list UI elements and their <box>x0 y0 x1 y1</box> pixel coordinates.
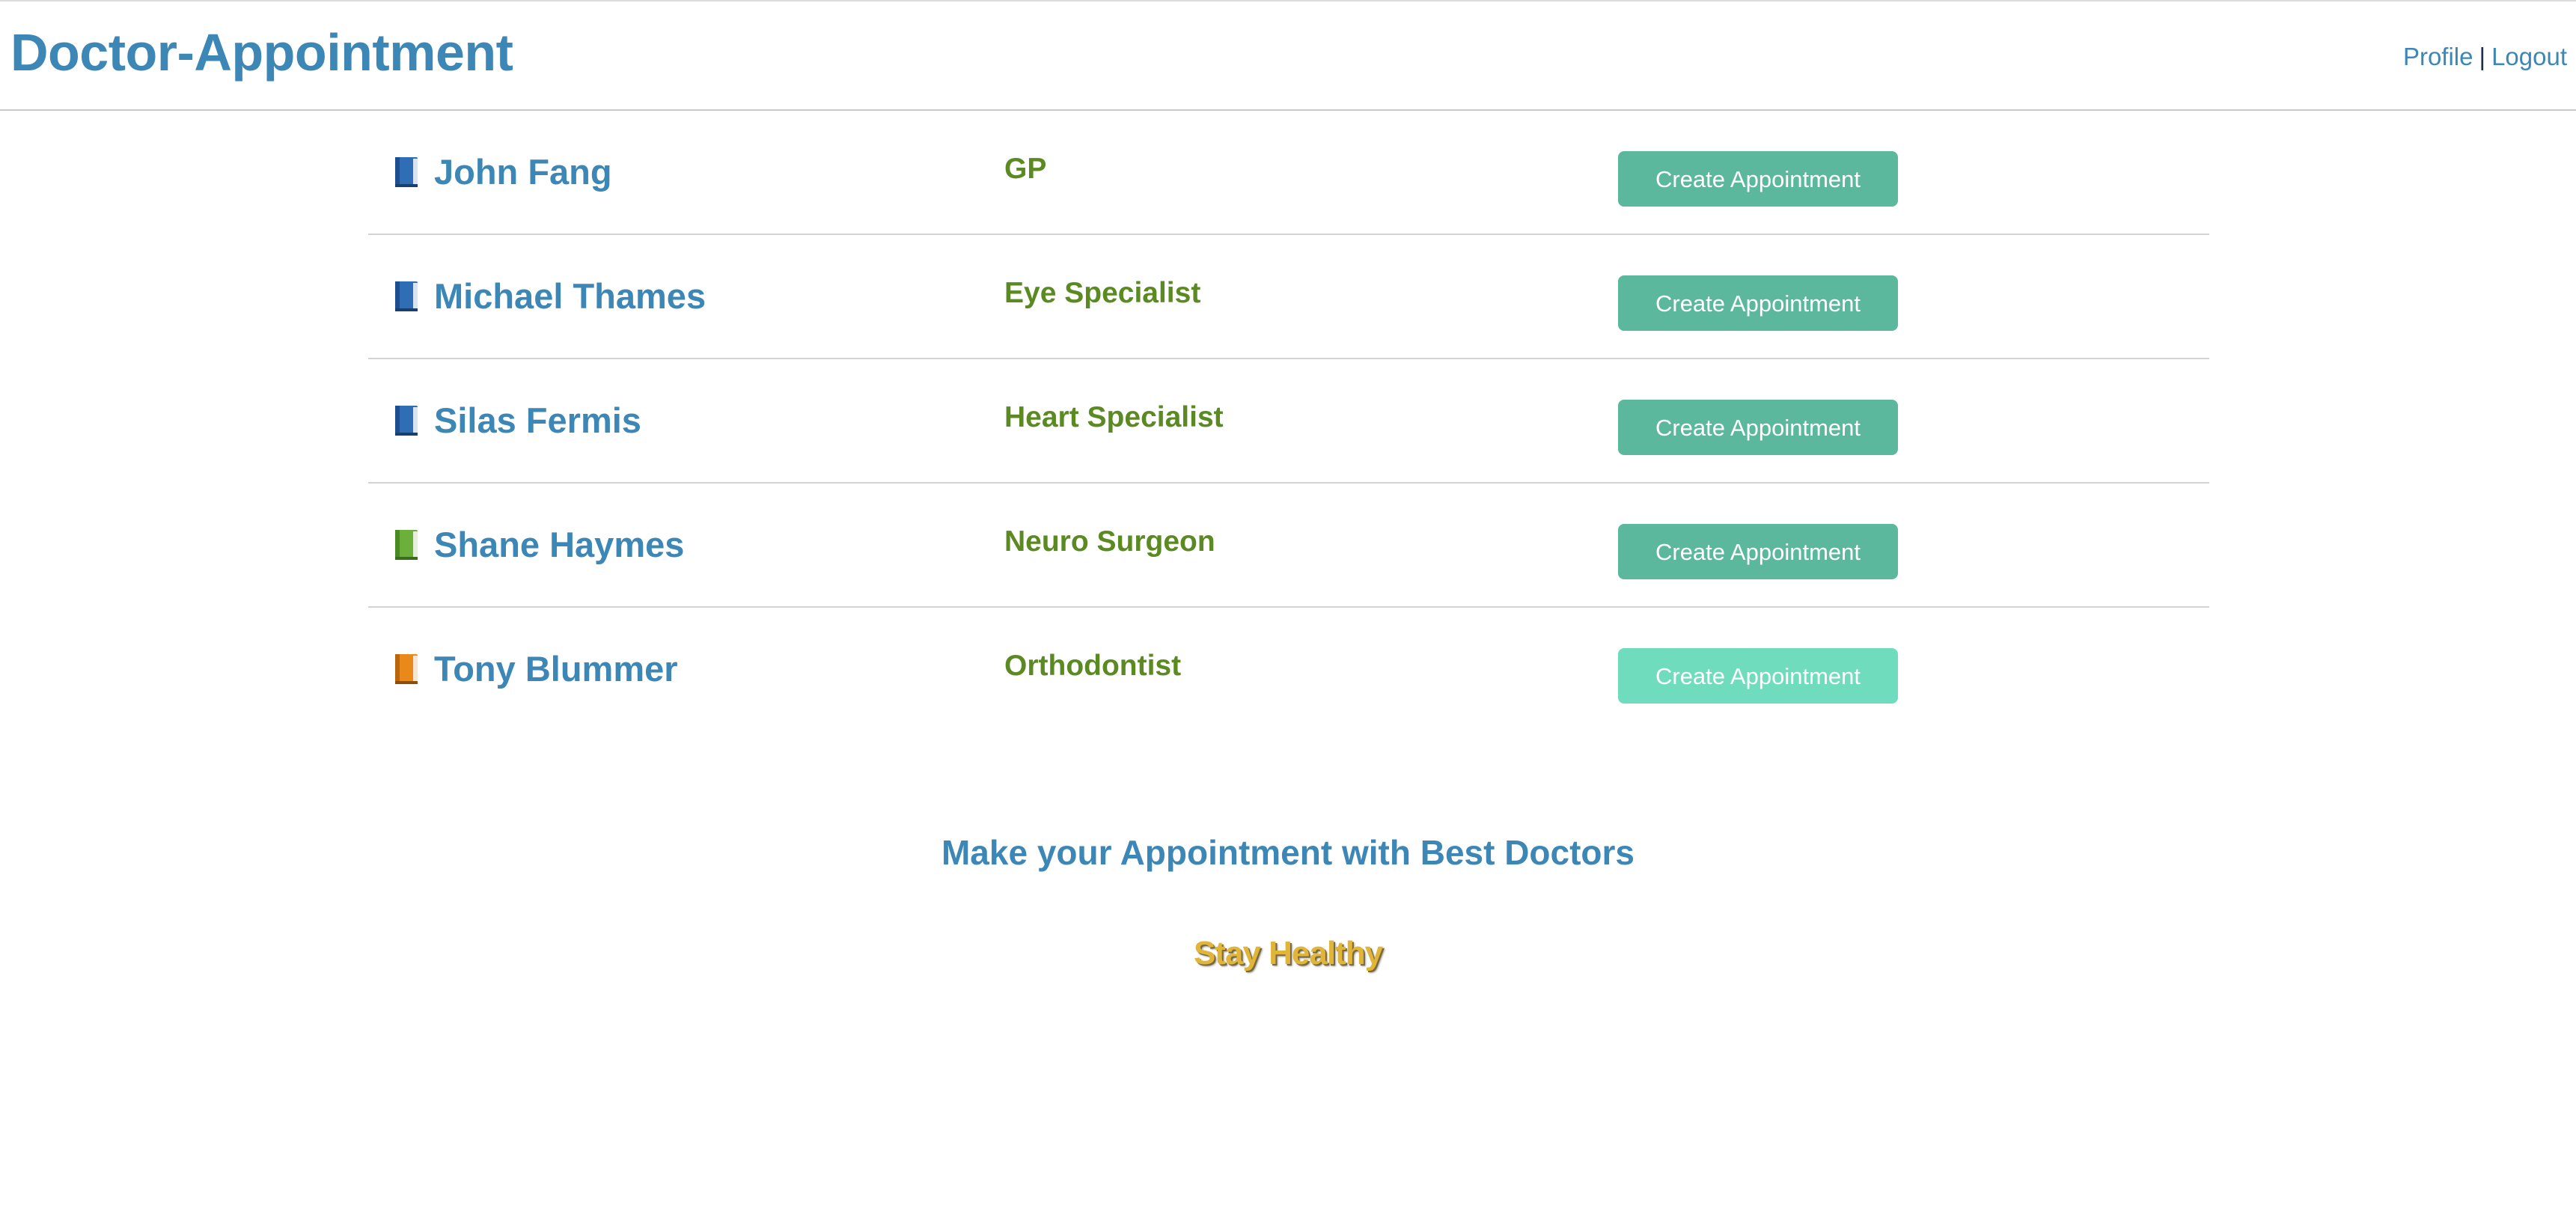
doctor-specialty: Eye Specialist <box>1004 277 1201 309</box>
blue-book-icon <box>395 157 418 187</box>
slogan: Stay Healthy <box>1193 935 1383 971</box>
green-book-icon <box>395 530 418 560</box>
page: Doctor-Appointment Profile | Logout John F… <box>0 0 2576 1211</box>
profile-link[interactable]: Profile <box>2403 43 2473 70</box>
doctor-row: Michael Thames Eye Specialist Create App… <box>368 235 2209 359</box>
doctor-row: Shane Haymes Neuro Surgeon Create Appoin… <box>368 484 2209 608</box>
orange-book-icon <box>395 654 418 684</box>
doctor-name[interactable]: Silas Fermis <box>434 398 641 443</box>
nav-separator: | <box>2479 43 2486 70</box>
doctor-specialty: GP <box>1004 153 1047 185</box>
doctor-row: Tony Blummer Orthodontist Create Appoint… <box>368 608 2209 732</box>
doctor-name[interactable]: Shane Haymes <box>434 522 684 567</box>
create-appointment-button[interactable]: Create Appointment <box>1618 275 1898 331</box>
doctor-specialty: Orthodontist <box>1004 650 1182 682</box>
tagline: Make your Appointment with Best Doctors <box>941 833 1635 872</box>
create-appointment-button[interactable]: Create Appointment <box>1618 151 1898 207</box>
doctor-row: Silas Fermis Heart Specialist Create App… <box>368 359 2209 484</box>
doctor-specialty: Neuro Surgeon <box>1004 525 1215 558</box>
doctor-specialty: Heart Specialist <box>1004 401 1224 433</box>
doctor-name[interactable]: John Fang <box>434 150 612 195</box>
blue-book-icon <box>395 281 418 311</box>
header-nav: Profile | Logout <box>2403 40 2567 73</box>
brand-title[interactable]: Doctor-Appointment <box>10 22 513 82</box>
logout-link[interactable]: Logout <box>2491 43 2567 70</box>
blue-book-icon <box>395 406 418 436</box>
doctor-name[interactable]: Michael Thames <box>434 274 706 319</box>
create-appointment-button[interactable]: Create Appointment <box>1618 524 1898 579</box>
create-appointment-button[interactable]: Create Appointment <box>1618 400 1898 455</box>
doctor-row: John Fang GP Create Appointment <box>368 111 2209 235</box>
header: Doctor-Appointment Profile | Logout <box>0 0 2576 111</box>
create-appointment-button[interactable]: Create Appointment <box>1618 648 1898 704</box>
doctor-list: John Fang GP Create Appointment Michael … <box>368 111 2209 732</box>
doctor-name[interactable]: Tony Blummer <box>434 647 678 692</box>
